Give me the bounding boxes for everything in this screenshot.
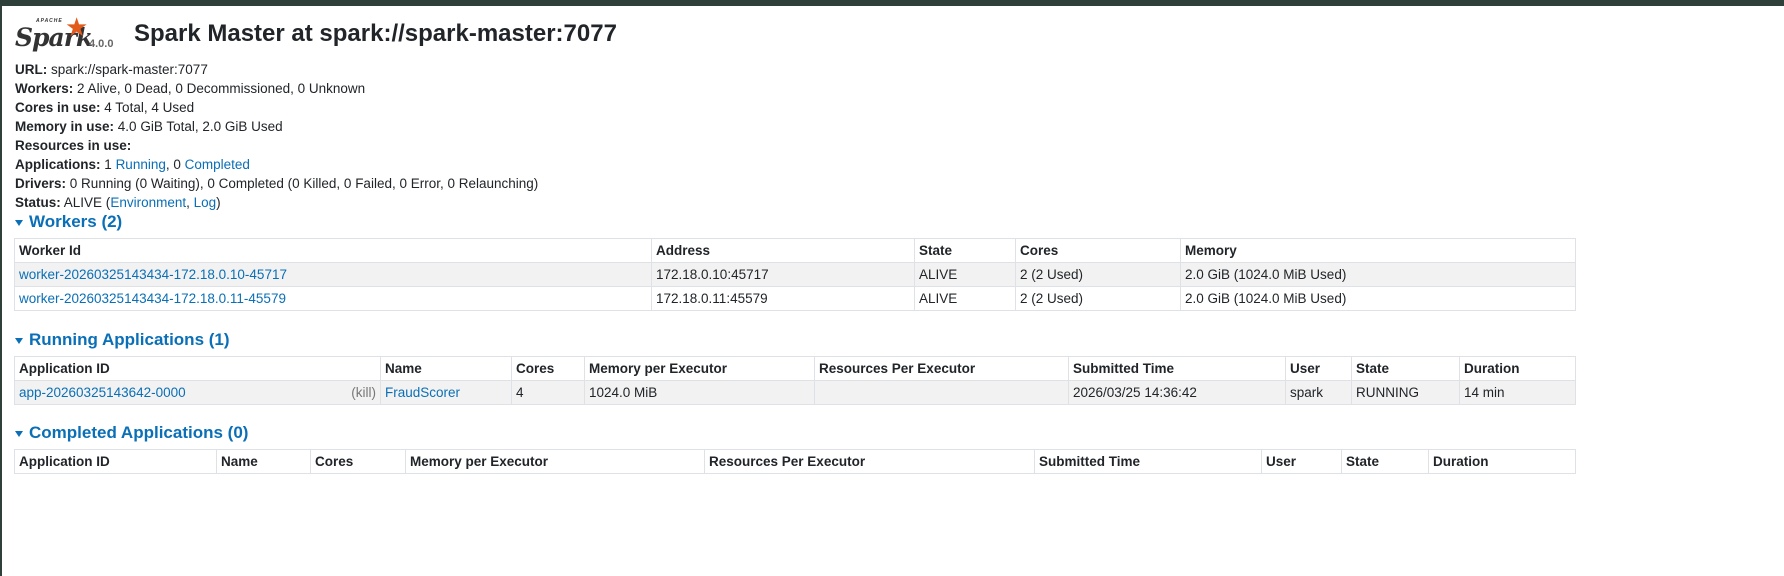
col-header-resources-per-executor[interactable]: Resources Per Executor: [814, 356, 1069, 381]
col-header-state[interactable]: State: [1341, 449, 1429, 474]
col-header-cores[interactable]: Cores: [310, 449, 406, 474]
workers-section-toggle[interactable]: Workers (2): [15, 212, 122, 232]
caret-down-icon: [15, 431, 23, 437]
col-header-application-id[interactable]: Application ID: [14, 449, 217, 474]
star-icon: ★: [65, 12, 89, 42]
col-header-submitted-time[interactable]: Submitted Time: [1068, 356, 1286, 381]
worker-memory: 2.0 GiB (1024.0 MiB Used): [1180, 286, 1576, 311]
running-apps-section-toggle[interactable]: Running Applications (1): [15, 330, 230, 350]
worker-memory: 2.0 GiB (1024.0 MiB Used): [1180, 262, 1576, 287]
version-label: 4.0.0: [89, 38, 114, 50]
log-link[interactable]: Log: [194, 195, 217, 210]
completed-apps-section-toggle[interactable]: Completed Applications (0): [15, 423, 248, 443]
caret-down-icon: [15, 338, 23, 344]
app-submitted-time: 2026/03/25 14:36:42: [1068, 380, 1286, 405]
table-row: worker-20260325143434-172.18.0.11-45579 …: [14, 286, 1576, 311]
page-title: Spark Master at spark://spark-master:707…: [134, 20, 617, 47]
completed-apps-table: Application ID Name Cores Memory per Exe…: [14, 449, 1576, 474]
summary-status: Status: ALIVE (Environment, Log): [15, 195, 221, 210]
col-header-duration[interactable]: Duration: [1428, 449, 1576, 474]
col-header-resources-per-executor[interactable]: Resources Per Executor: [704, 449, 1035, 474]
workers-header-row: Worker Id Address State Cores Memory: [14, 238, 1576, 263]
worker-cores: 2 (2 Used): [1015, 262, 1181, 287]
col-header-submitted-time[interactable]: Submitted Time: [1034, 449, 1262, 474]
completed-apps-link[interactable]: Completed: [185, 157, 250, 172]
worker-address: 172.18.0.10:45717: [651, 262, 915, 287]
col-header-cores[interactable]: Cores: [511, 356, 585, 381]
app-state: RUNNING: [1351, 380, 1460, 405]
app-duration: 14 min: [1459, 380, 1576, 405]
summary-applications: Applications: 1 Running, 0 Completed: [15, 157, 250, 172]
running-apps-heading: Running Applications (1): [29, 330, 230, 349]
environment-link[interactable]: Environment: [110, 195, 186, 210]
summary-memory: Memory in use: 4.0 GiB Total, 2.0 GiB Us…: [15, 119, 283, 134]
col-header-state[interactable]: State: [1351, 356, 1460, 381]
worker-state: ALIVE: [914, 286, 1016, 311]
summary-url: URL: spark://spark-master:7077: [15, 62, 208, 77]
worker-link[interactable]: worker-20260325143434-172.18.0.11-45579: [19, 291, 286, 306]
col-header-name[interactable]: Name: [380, 356, 512, 381]
worker-state: ALIVE: [914, 262, 1016, 287]
summary-cores: Cores in use: 4 Total, 4 Used: [15, 100, 195, 115]
kill-link[interactable]: (kill): [351, 385, 376, 400]
workers-table: Worker Id Address State Cores Memory wor…: [14, 238, 1576, 311]
top-bar: [0, 0, 1784, 6]
col-header-worker-id[interactable]: Worker Id: [14, 238, 652, 263]
workers-heading: Workers (2): [29, 212, 123, 231]
table-row: worker-20260325143434-172.18.0.10-45717 …: [14, 262, 1576, 287]
completed-apps-heading: Completed Applications (0): [29, 423, 249, 442]
col-header-memory[interactable]: Memory: [1180, 238, 1576, 263]
col-header-name[interactable]: Name: [216, 449, 311, 474]
app-id-link[interactable]: app-20260325143642-0000: [19, 385, 186, 400]
summary-drivers: Drivers: 0 Running (0 Waiting), 0 Comple…: [15, 176, 539, 191]
app-user: spark: [1285, 380, 1352, 405]
app-name-link[interactable]: FraudScorer: [385, 385, 460, 400]
summary-workers: Workers: 2 Alive, 0 Dead, 0 Decommission…: [15, 81, 366, 96]
worker-cores: 2 (2 Used): [1015, 286, 1181, 311]
col-header-user[interactable]: User: [1261, 449, 1342, 474]
spark-logo[interactable]: APACHE Spark ★ 4.0.0: [15, 14, 119, 60]
app-cores: 4: [511, 380, 585, 405]
summary-list: URL: spark://spark-master:7077 Workers: …: [15, 61, 538, 213]
col-header-cores[interactable]: Cores: [1015, 238, 1181, 263]
caret-down-icon: [15, 220, 23, 226]
summary-resources: Resources in use:: [15, 138, 132, 153]
col-header-user[interactable]: User: [1285, 356, 1352, 381]
running-apps-header-row: Application ID Name Cores Memory per Exe…: [14, 356, 1576, 381]
worker-link[interactable]: worker-20260325143434-172.18.0.10-45717: [19, 267, 287, 282]
left-border: [0, 6, 2, 576]
app-memory-per-executor: 1024.0 MiB: [584, 380, 815, 405]
completed-apps-header-row: Application ID Name Cores Memory per Exe…: [14, 449, 1576, 474]
table-row: app-20260325143642-0000 (kill) FraudScor…: [14, 380, 1576, 405]
col-header-memory-per-executor[interactable]: Memory per Executor: [584, 356, 815, 381]
running-apps-link[interactable]: Running: [116, 157, 166, 172]
col-header-address[interactable]: Address: [651, 238, 915, 263]
col-header-application-id[interactable]: Application ID: [14, 356, 381, 381]
col-header-memory-per-executor[interactable]: Memory per Executor: [405, 449, 705, 474]
page-header: APACHE Spark ★ 4.0.0 Spark Master at spa…: [15, 14, 617, 60]
col-header-duration[interactable]: Duration: [1459, 356, 1576, 381]
running-apps-table: Application ID Name Cores Memory per Exe…: [14, 356, 1576, 405]
worker-address: 172.18.0.11:45579: [651, 286, 915, 311]
app-resources-per-executor: [814, 380, 1069, 405]
col-header-state[interactable]: State: [914, 238, 1016, 263]
